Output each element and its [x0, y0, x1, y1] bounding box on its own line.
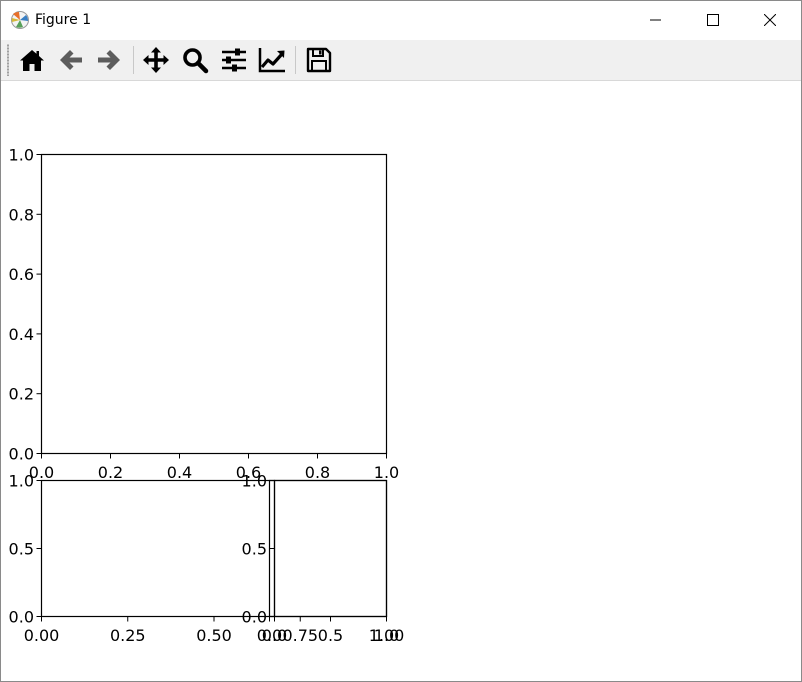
- minimize-icon: [650, 19, 661, 21]
- sliders-icon: [222, 48, 246, 72]
- y-tick-label: 0.0: [9, 445, 34, 464]
- x-tick-label: 0.25: [110, 626, 146, 645]
- x-tick-label: 0.00: [24, 626, 60, 645]
- home-icon: [20, 50, 44, 71]
- minimize-button[interactable]: [633, 1, 679, 39]
- move-arrows-icon: [143, 47, 169, 73]
- forward-button[interactable]: [93, 44, 125, 76]
- pan-button[interactable]: [140, 44, 172, 76]
- x-tick-label: 0.50: [196, 626, 232, 645]
- y-tick-label: 0.5: [9, 540, 34, 559]
- x-tick-label: 0.0: [262, 626, 287, 645]
- configure-subplots-button[interactable]: [218, 44, 250, 76]
- x-tick-label: 0.2: [98, 463, 123, 482]
- matplotlib-logo-icon: [10, 10, 30, 30]
- maximize-icon: [707, 14, 719, 26]
- figure-canvas[interactable]: 0.0 0.2 0.4 0.6 0.8 1.0 0.0 0.2 0.4 0.6 0.8 1.0 0.00…: [1, 81, 801, 681]
- toolbar-separator: [133, 46, 134, 74]
- x-tick-label: 0.8: [305, 463, 330, 482]
- figure-window: Figure 1 0.0 0.2 0.4 0.6 0.8 1.0 0.0 0.2…: [0, 0, 802, 682]
- subplot-2: 0.00 0.25 0.50 0.75 1.000.00.51.0: [9, 472, 405, 646]
- y-tick-label: 0.0: [9, 608, 34, 627]
- save-button[interactable]: [303, 44, 335, 76]
- line-chart-icon: [258, 48, 285, 73]
- y-tick-label: 1.0: [242, 472, 267, 491]
- window-title: Figure 1: [35, 12, 92, 28]
- floppy-disk-icon: [306, 47, 332, 73]
- maximize-button[interactable]: [690, 1, 736, 39]
- title-bar[interactable]: Figure 1: [1, 1, 801, 39]
- x-tick-label: 0.75: [282, 626, 318, 645]
- close-icon: [764, 14, 776, 26]
- magnifier-icon: [183, 48, 209, 74]
- y-tick-label: 0.2: [9, 385, 34, 404]
- figure-svg: 0.0 0.2 0.4 0.6 0.8 1.00.00.20.40.60.81.00.00…: [9, 146, 405, 646]
- subplot-4: 0.0 0.5 1.0 0.0 0.5 1.0: [242, 472, 400, 646]
- y-tick-label: 0.5: [242, 540, 267, 559]
- x-tick-label: 0.4: [167, 463, 192, 482]
- axes-frame: [40, 479, 388, 618]
- arrow-left-icon: [60, 50, 82, 70]
- y-tick-label: 1.0: [9, 146, 34, 165]
- navigation-toolbar: [1, 40, 801, 81]
- y-tick-label: 0.8: [9, 205, 34, 224]
- axes-frame: [273, 479, 388, 618]
- y-tick-label: 0.4: [9, 325, 34, 344]
- y-tick-label: 0.6: [9, 265, 34, 284]
- x-tick-label: 0.5: [318, 626, 343, 645]
- home-button[interactable]: [16, 44, 48, 76]
- x-tick-label: 1.0: [374, 626, 399, 645]
- y-tick-label: 0.0: [242, 608, 267, 627]
- x-tick-label: 1.0: [374, 463, 399, 482]
- arrow-right-icon: [98, 50, 120, 70]
- y-tick-label: 1.0: [9, 472, 34, 491]
- toolbar-separator: [295, 46, 296, 74]
- axes-frame: [40, 153, 388, 455]
- close-button[interactable]: [747, 1, 793, 39]
- subplot-1: 0.0 0.2 0.4 0.6 0.8 1.00.00.20.40.60.81.0: [9, 146, 400, 483]
- edit-axes-button[interactable]: [256, 44, 288, 76]
- toolbar-grip[interactable]: [7, 44, 9, 76]
- back-button[interactable]: [55, 44, 87, 76]
- zoom-button[interactable]: [179, 44, 211, 76]
